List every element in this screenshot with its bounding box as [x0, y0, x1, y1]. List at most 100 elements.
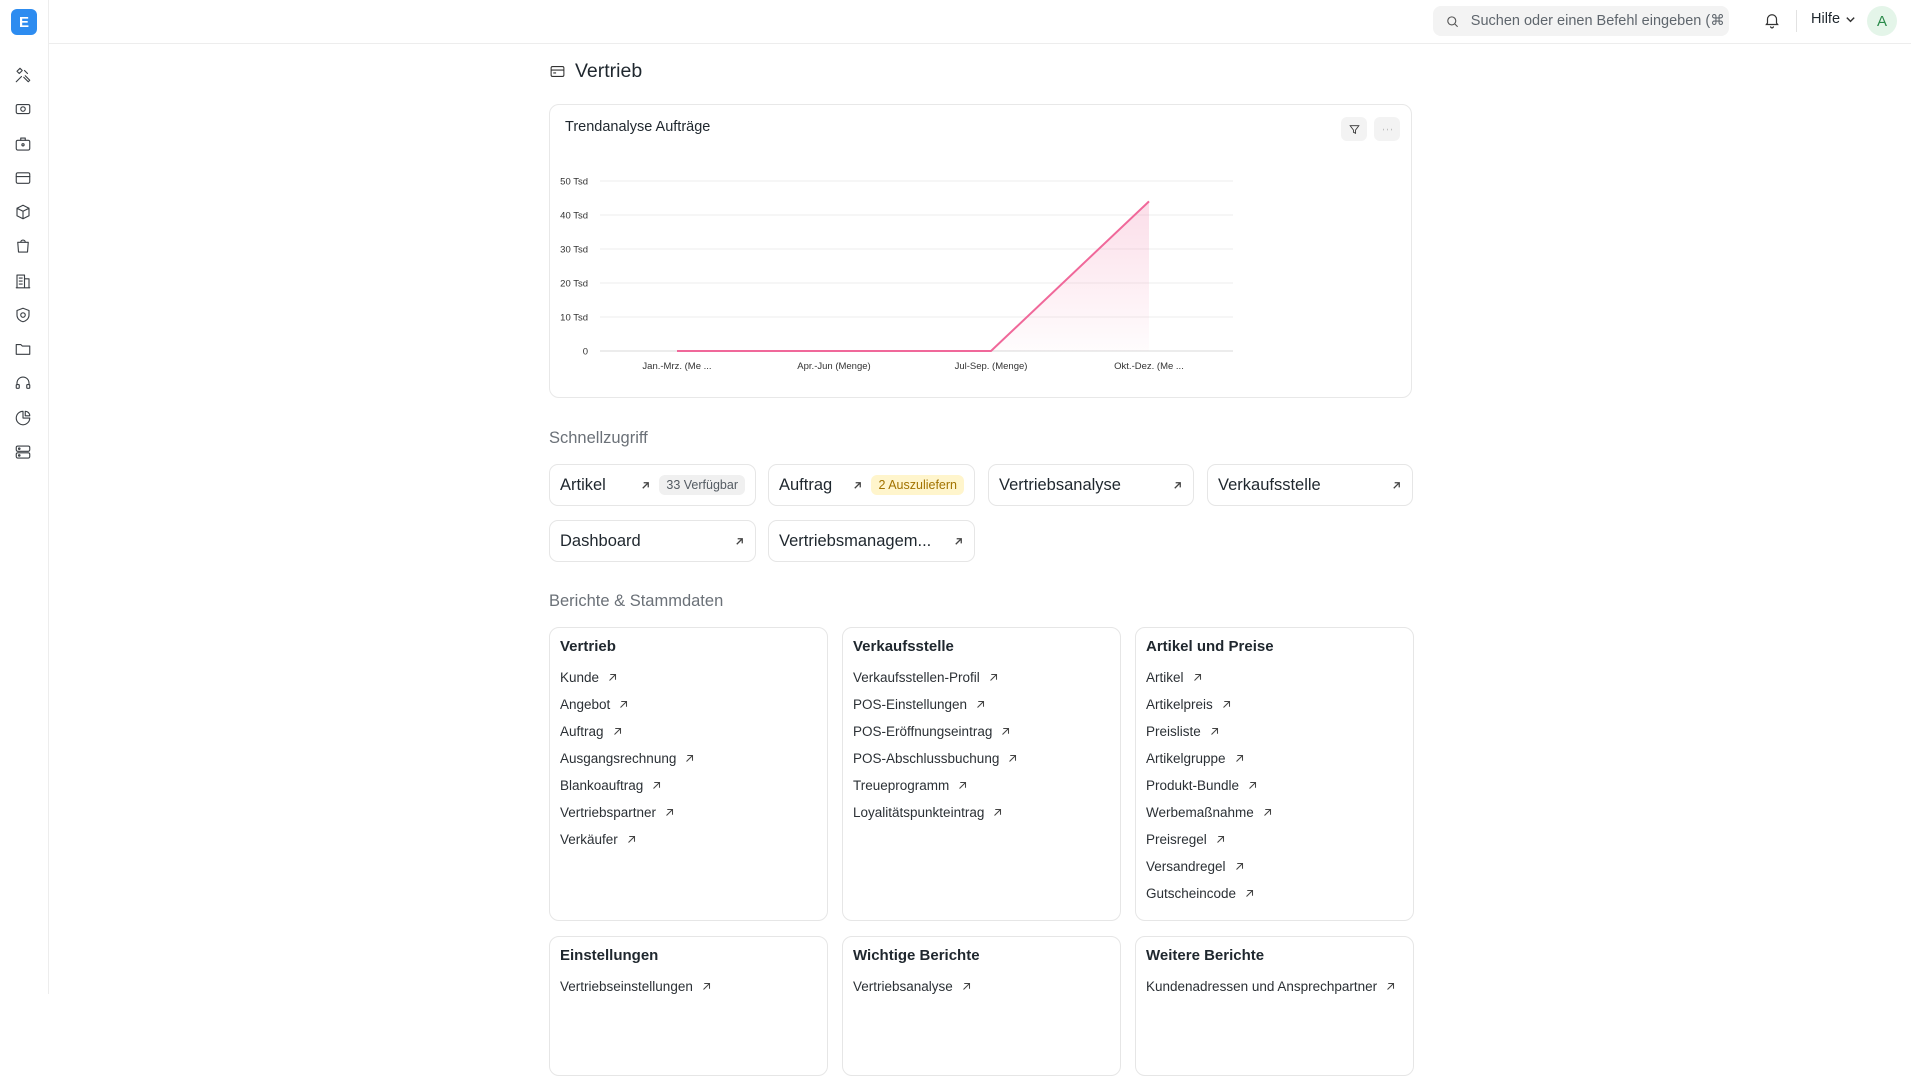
report-link[interactable]: Loyalitätspunkteintrag	[853, 799, 1110, 826]
shortcut-label: Verkaufsstelle	[1218, 475, 1321, 494]
report-link[interactable]: Kundenadressen und Ansprechpartner	[1146, 973, 1403, 1000]
report-link[interactable]: Preisliste	[1146, 718, 1403, 745]
report-link-label: POS-Eröffnungseintrag	[853, 724, 993, 739]
report-link-label: Werbemaßnahme	[1146, 805, 1254, 820]
report-link[interactable]: Artikel	[1146, 664, 1403, 691]
help-dropdown[interactable]: Hilfe	[1811, 11, 1856, 27]
report-link[interactable]: POS-Einstellungen	[853, 691, 1110, 718]
search-box[interactable]	[1433, 6, 1729, 36]
report-card: Vertrieb Kunde Angebot Auftrag Ausgangsrechn…	[549, 627, 828, 921]
shortcut-vertriebsmanagement[interactable]: Vertriebsmanagem...	[768, 520, 975, 562]
pie-chart-icon[interactable]	[12, 407, 34, 429]
arrow-up-right-icon	[653, 781, 661, 789]
x-tick-label: Okt.-Dez. (Me ...	[1114, 361, 1184, 372]
shortcut-verkaufsstelle[interactable]: Verkaufsstelle	[1207, 464, 1413, 506]
report-link[interactable]: Vertriebseinstellungen	[560, 973, 817, 1000]
server-icon[interactable]	[12, 441, 34, 463]
x-tick-label: Jan.-Mrz. (Me ...	[642, 361, 711, 372]
report-link-label: Kunde	[560, 670, 600, 685]
report-link[interactable]: Werbemaßnahme	[1146, 799, 1403, 826]
arrow-up-right-icon	[1263, 808, 1271, 816]
status-badge: 2 Auszuliefern	[871, 475, 964, 495]
app-logo[interactable]: E	[11, 9, 37, 35]
report-link[interactable]: Vertriebspartner	[560, 799, 817, 826]
report-link[interactable]: Blankoauftrag	[560, 772, 817, 799]
report-card-title: Einstellungen	[560, 947, 659, 964]
briefcase-icon[interactable]	[12, 133, 34, 155]
headset-icon[interactable]	[12, 372, 34, 394]
arrow-up-right-icon	[962, 982, 970, 990]
arrow-up-right-icon	[642, 481, 650, 489]
x-tick-label: Apr.-Jun (Menge)	[797, 361, 870, 372]
report-link-label: Vertriebsanalyse	[853, 979, 953, 994]
report-link[interactable]: Ausgangsrechnung	[560, 745, 817, 772]
shortcut-artikel[interactable]: Artikel 33 Verfügbar	[549, 464, 756, 506]
shield-icon[interactable]	[12, 304, 34, 326]
report-link[interactable]: Angebot	[560, 691, 817, 718]
report-link[interactable]: Verkaufsstellen-Profil	[853, 664, 1110, 691]
shortcut-auftrag[interactable]: Auftrag 2 Auszuliefern	[768, 464, 975, 506]
money-icon[interactable]	[12, 98, 34, 120]
series-area	[677, 201, 1149, 351]
page-title: Vertrieb	[549, 60, 642, 83]
arrow-up-right-icon	[854, 481, 862, 489]
search-input[interactable]	[1468, 12, 1729, 30]
report-link-label: POS-Abschlussbuchung	[853, 751, 1000, 766]
building-icon[interactable]	[12, 270, 34, 292]
report-card-title: Artikel und Preise	[1146, 638, 1274, 655]
chevron-down-icon	[1846, 16, 1855, 22]
page-title-text: Vertrieb	[575, 60, 643, 82]
shortcut-vertriebsanalyse[interactable]: Vertriebsanalyse	[988, 464, 1194, 506]
report-link[interactable]: Preisregel	[1146, 826, 1403, 853]
shortcut-dashboard[interactable]: Dashboard	[549, 520, 756, 562]
report-link-label: Artikel	[1146, 670, 1184, 685]
tools-icon[interactable]	[12, 64, 34, 86]
help-label: Hilfe	[1811, 11, 1841, 27]
report-card: Wichtige Berichte Vertriebsanalyse	[842, 936, 1121, 1076]
report-link-label: Auftrag	[560, 724, 604, 739]
report-link[interactable]: POS-Abschlussbuchung	[853, 745, 1110, 772]
arrow-up-right-icon	[1002, 727, 1010, 735]
arrow-up-right-icon	[627, 835, 635, 843]
arrow-up-right-icon	[609, 673, 617, 681]
report-link[interactable]: POS-Eröffnungseintrag	[853, 718, 1110, 745]
arrow-up-right-icon	[989, 673, 997, 681]
report-link-label: Ausgangsrechnung	[560, 751, 677, 766]
y-tick-label: 30 Tsd	[560, 245, 588, 256]
credit-card-icon	[550, 66, 565, 77]
report-link[interactable]: Vertriebsanalyse	[853, 973, 1110, 1000]
arrow-up-right-icon	[1235, 754, 1243, 762]
report-link[interactable]: Auftrag	[560, 718, 817, 745]
report-link[interactable]: Artikelgruppe	[1146, 745, 1403, 772]
report-link-label: Blankoauftrag	[560, 778, 644, 793]
y-tick-label: 50 Tsd	[560, 177, 588, 188]
report-card: Weitere Berichte Kundenadressen und Anspr…	[1135, 936, 1414, 1076]
y-tick-label: 20 Tsd	[560, 279, 588, 290]
report-link-label: Treueprogramm	[853, 778, 950, 793]
report-link[interactable]: Artikelpreis	[1146, 691, 1403, 718]
report-card-title: Vertrieb	[560, 638, 616, 655]
arrow-up-right-icon	[1174, 481, 1181, 489]
folder-icon[interactable]	[12, 338, 34, 360]
report-link[interactable]: Produkt-Bundle	[1146, 772, 1403, 799]
credit-card-icon[interactable]	[12, 167, 34, 189]
report-link[interactable]: Verkäufer	[560, 826, 817, 853]
notifications-bell-icon[interactable]	[1763, 11, 1783, 31]
arrow-up-right-icon	[1235, 862, 1243, 870]
arrow-up-right-icon	[1216, 835, 1224, 843]
report-link[interactable]: Kunde	[560, 664, 817, 691]
divider	[1796, 10, 1797, 32]
report-link-label: Versandregel	[1146, 859, 1226, 874]
report-link[interactable]: Gutscheincode	[1146, 880, 1403, 907]
report-link[interactable]: Treueprogramm	[853, 772, 1110, 799]
report-link-label: Verkaufsstellen-Profil	[853, 670, 980, 685]
arrow-up-right-icon	[736, 537, 743, 545]
chart-card: Trendanalyse Aufträge 0 10 Tsd 20 Tsd 30 Ts…	[549, 104, 1412, 398]
shopping-bag-icon[interactable]	[12, 235, 34, 257]
arrow-up-right-icon	[977, 700, 985, 708]
avatar[interactable]: A	[1867, 6, 1897, 36]
arrow-up-right-icon	[1222, 700, 1230, 708]
report-link-label: Preisliste	[1146, 724, 1201, 739]
report-link[interactable]: Versandregel	[1146, 853, 1403, 880]
package-icon[interactable]	[12, 201, 34, 223]
